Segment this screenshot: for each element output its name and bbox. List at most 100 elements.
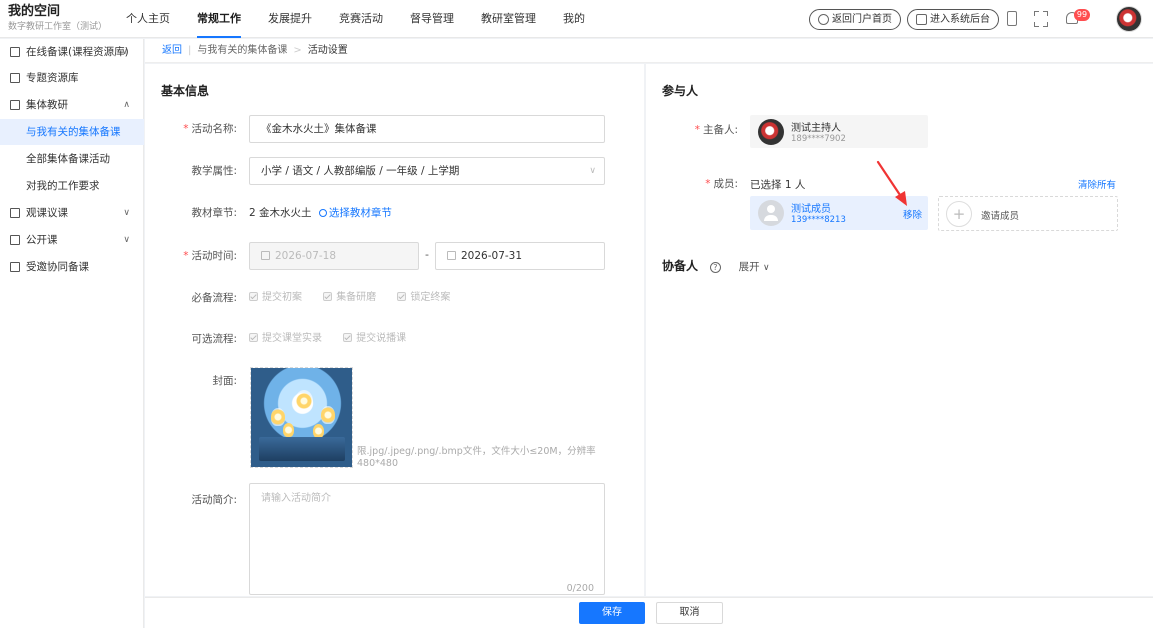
nav-routine-work[interactable]: 常规工作	[197, 0, 241, 38]
mobile-icon[interactable]	[1007, 11, 1017, 26]
sidebar-item-invited-collab[interactable]: 受邀协同备课	[0, 254, 144, 280]
participants-panel: 参与人 * 主备人: 测试主持人 189****7902 * 成员: 已选择 1 人…	[646, 64, 1153, 596]
chevron-down-icon: ∨	[123, 235, 130, 245]
sidebar-item-topic-library[interactable]: 专题资源库	[0, 65, 144, 91]
fullscreen-icon[interactable]	[1034, 11, 1048, 27]
user-avatar[interactable]	[1116, 6, 1142, 32]
top-header: 我的空间 数字教研工作室（测试） 个人主页 常规工作 发展提升 竞赛活动 督导管…	[0, 0, 1153, 38]
chapter-label: 教材章节:	[191, 207, 237, 219]
co-preparers-row: 协备人 ? 展开 ∨	[662, 257, 770, 274]
step-submit-recording[interactable]: 提交课堂实录	[249, 333, 322, 344]
activity-name-input[interactable]: 《金木水火土》集体备课	[249, 115, 605, 143]
plus-icon: +	[946, 201, 972, 227]
required-steps: 提交初案 集备研磨 锁定终案	[249, 291, 468, 305]
brand: 我的空间 数字教研工作室（测试）	[8, 3, 107, 33]
nav-competition[interactable]: 竞赛活动	[339, 0, 383, 38]
search-icon	[318, 209, 327, 217]
host-card: 测试主持人 189****7902	[750, 115, 928, 148]
basic-info-panel: 基本信息 * 活动名称: 《金木水火土》集体备课 教学属性: 小学 / 语文 / …	[145, 64, 644, 596]
nav-mine[interactable]: 我的	[563, 0, 585, 38]
observation-icon	[10, 208, 20, 218]
member-name: 测试成员	[791, 204, 831, 215]
footer-actions: 保存 取消	[145, 597, 1153, 628]
breadcrumb-parent[interactable]: 与我有关的集体备课	[197, 45, 287, 56]
clear-all-link[interactable]: 清除所有	[1078, 177, 1116, 191]
notification-bell-icon[interactable]: 99	[1066, 9, 1090, 25]
teaching-attr-select[interactable]: 小学 / 语文 / 人教部编版 / 一年级 / 上学期 ∨	[249, 157, 605, 185]
calendar-icon	[261, 251, 270, 260]
save-button[interactable]: 保存	[579, 602, 645, 624]
chapter-row: 2 金木水火土 选择教材章节	[249, 206, 392, 220]
intro-label: 活动简介:	[191, 494, 237, 506]
intro-textarea[interactable]: 请输入活动简介 0/200	[249, 483, 605, 595]
nav-research-office[interactable]: 教研室管理	[481, 0, 536, 38]
sidebar-item-all-group-prep[interactable]: 全部集体备课活动	[0, 146, 144, 172]
enter-backend-button[interactable]: 进入系统后台	[907, 9, 999, 30]
return-portal-button[interactable]: 返回门户首页	[809, 9, 901, 30]
activity-name-label: * 活动名称:	[183, 123, 237, 135]
chevron-down-icon: ∨	[121, 47, 128, 57]
app-subtitle: 数字教研工作室（测试）	[8, 22, 108, 32]
sidebar-item-open-class[interactable]: 公开课 ∨	[0, 227, 144, 253]
sidebar-item-class-observation[interactable]: 观课议课 ∨	[0, 200, 144, 226]
chevron-down-icon: ∨	[123, 208, 130, 218]
teaching-attr-value: 小学 / 语文 / 人教部编版 / 一年级 / 上学期	[261, 165, 460, 177]
avatar	[758, 119, 784, 145]
sidebar-item-label: 在线备课(课程资源库)	[26, 46, 129, 58]
enter-backend-label: 进入系统后台	[930, 14, 990, 25]
compass-icon	[818, 14, 829, 25]
member-label: * 成员:	[705, 178, 738, 190]
sidebar-item-label: 公开课	[26, 234, 58, 246]
sidebar-item-label: 专题资源库	[26, 72, 79, 84]
invite-member-button[interactable]: + 邀请成员	[938, 196, 1118, 231]
cancel-button[interactable]: 取消	[656, 602, 723, 624]
document-icon	[10, 47, 20, 57]
optional-steps: 提交课堂实录 提交说播课	[249, 332, 424, 346]
sidebar-item-label: 集体教研	[26, 99, 68, 111]
user-icon	[758, 200, 784, 226]
chevron-down-icon: ∨	[763, 263, 770, 273]
main-nav: 个人主页 常规工作 发展提升 竞赛活动 督导管理 教研室管理 我的	[126, 0, 612, 38]
optional-steps-label: 可选流程:	[191, 333, 237, 345]
step-lock-final: 锁定终案	[397, 292, 450, 303]
sidebar-item-online-prep[interactable]: 在线备课(课程资源库) ∨	[0, 39, 144, 65]
start-date-input: 2026-07-18	[249, 242, 419, 270]
cover-image	[251, 368, 352, 467]
annotation-arrow	[876, 160, 907, 206]
sidebar-item-my-group-prep[interactable]: 与我有关的集体备课	[0, 119, 144, 145]
co-preparers-title: 协备人	[662, 259, 699, 273]
member-phone: 139****8213	[791, 215, 846, 225]
step-group-review: 集备研磨	[323, 292, 376, 303]
return-portal-label: 返回门户首页	[832, 14, 892, 25]
step-submit-talk[interactable]: 提交说播课	[343, 333, 406, 344]
selected-count: 已选择 1 人	[750, 179, 806, 191]
help-icon[interactable]: ?	[709, 262, 721, 273]
end-date-input[interactable]: 2026-07-31	[435, 242, 605, 270]
cover-tip: 限.jpg/.jpeg/.png/.bmp文件，文件大小≤20M，分辨率480*…	[357, 446, 596, 469]
select-chapter-link[interactable]: 选择教材章节	[318, 207, 392, 219]
chevron-up-icon: ∧	[123, 100, 130, 110]
date-separator: -	[425, 248, 429, 261]
participants-title: 参与人	[662, 84, 699, 98]
sidebar-item-label: 受邀协同备课	[26, 261, 89, 273]
sidebar-item-work-requirements[interactable]: 对我的工作要求	[0, 173, 144, 199]
cover-label: 封面:	[212, 375, 237, 387]
library-icon	[10, 73, 20, 83]
sidebar-item-label: 全部集体备课活动	[26, 153, 110, 165]
expand-toggle[interactable]: 展开 ∨	[739, 261, 770, 273]
activity-time-label: * 活动时间:	[183, 250, 237, 262]
nav-personal-home[interactable]: 个人主页	[126, 0, 170, 38]
sidebar-item-group-research[interactable]: 集体教研 ∧	[0, 92, 144, 118]
host-name: 测试主持人	[791, 123, 841, 134]
nav-supervision[interactable]: 督导管理	[410, 0, 454, 38]
screen-icon	[10, 235, 20, 245]
cover-upload[interactable]	[250, 367, 353, 468]
sidebar-item-label: 对我的工作要求	[26, 180, 100, 192]
nav-development[interactable]: 发展提升	[268, 0, 312, 38]
collab-icon	[10, 262, 20, 272]
app-title: 我的空间	[8, 4, 61, 19]
breadcrumb-current: 活动设置	[307, 45, 348, 56]
monitor-icon	[916, 14, 927, 25]
back-link[interactable]: 返回	[162, 45, 182, 56]
breadcrumb: 返回 | 与我有关的集体备课 > 活动设置	[145, 39, 1153, 63]
